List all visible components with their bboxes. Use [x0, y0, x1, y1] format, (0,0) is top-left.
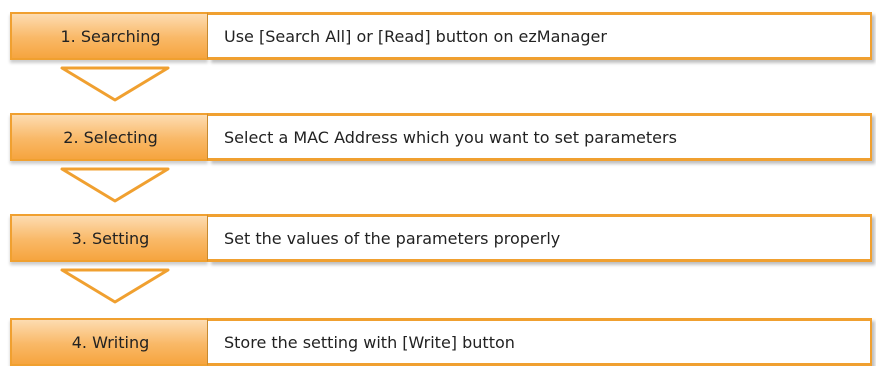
- step-3-label: 3. Setting: [10, 214, 208, 262]
- step-2: 2. Selecting Select a MAC Address which …: [10, 113, 872, 161]
- step-2-description: Select a MAC Address which you want to s…: [208, 113, 872, 161]
- step-1-label: 1. Searching: [10, 12, 208, 60]
- step-2-label: 2. Selecting: [10, 113, 208, 161]
- step-4: 4. Writing Store the setting with [Write…: [10, 318, 872, 366]
- step-3: 3. Setting Set the values of the paramet…: [10, 214, 872, 262]
- down-arrow-icon: [60, 268, 170, 304]
- step-4-label: 4. Writing: [10, 318, 208, 366]
- step-3-description: Set the values of the parameters properl…: [208, 214, 872, 262]
- down-arrow-icon: [60, 66, 170, 102]
- step-1: 1. Searching Use [Search All] or [Read] …: [10, 12, 872, 60]
- flow-diagram: 1. Searching Use [Search All] or [Read] …: [0, 0, 876, 366]
- step-4-description: Store the setting with [Write] button: [208, 318, 872, 366]
- down-arrow-icon: [60, 167, 170, 203]
- step-1-description: Use [Search All] or [Read] button on ezM…: [208, 12, 872, 60]
